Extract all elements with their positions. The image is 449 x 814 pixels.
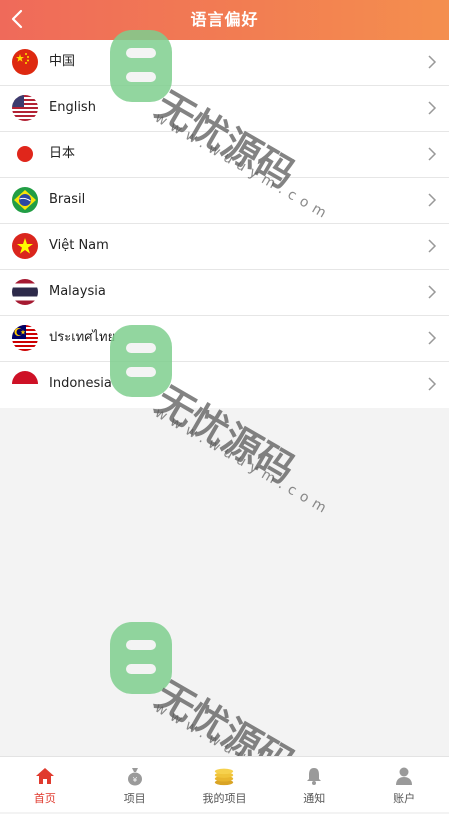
- tab-label: 首页: [33, 792, 56, 805]
- thailand-flag-icon: [12, 279, 38, 305]
- brazil-flag-icon: [12, 187, 38, 213]
- language-label: ประเทศไทย: [49, 330, 116, 345]
- chevron-right-icon: [428, 147, 437, 161]
- money-bag-icon: ¥: [124, 765, 146, 787]
- tab-label: 账户: [393, 792, 416, 805]
- coins-icon: [213, 765, 235, 787]
- svg-text:¥: ¥: [132, 776, 137, 784]
- language-label: Malaysia: [49, 284, 106, 299]
- language-label: Brasil: [49, 192, 86, 207]
- tab-home[interactable]: 首页: [0, 757, 90, 812]
- tab-label: 项目: [123, 792, 146, 805]
- home-icon: [34, 765, 56, 787]
- tab-account[interactable]: 账户: [359, 757, 449, 812]
- bottom-tab-bar: 首页 ¥ 项目 我的项目 通知 账户: [0, 756, 449, 812]
- language-label: Việt Nam: [49, 238, 109, 253]
- list-item-language-english[interactable]: English: [0, 86, 449, 132]
- language-list: 中国 English 日本 Brasil Việt Nam Malaysia ป…: [0, 40, 449, 408]
- malaysia-flag-icon: [12, 325, 38, 351]
- chevron-right-icon: [428, 239, 437, 253]
- user-icon: [393, 765, 415, 787]
- tab-my-projects[interactable]: 我的项目: [180, 757, 270, 812]
- list-item-language-thai[interactable]: ประเทศไทย: [0, 316, 449, 362]
- chevron-right-icon: [428, 331, 437, 345]
- language-label: Indonesia: [49, 376, 112, 391]
- page-title: 语言偏好: [190, 10, 259, 29]
- tab-notifications[interactable]: 通知: [269, 757, 359, 812]
- tab-label: 通知: [303, 792, 326, 805]
- list-item-language-brasil[interactable]: Brasil: [0, 178, 449, 224]
- chevron-right-icon: [428, 193, 437, 207]
- usa-flag-icon: [12, 95, 38, 121]
- language-label: English: [49, 100, 96, 115]
- header-bar: 语言偏好: [0, 0, 449, 40]
- chevron-right-icon: [428, 377, 437, 391]
- indonesia-flag-icon: [12, 371, 38, 397]
- japan-flag-icon: [12, 141, 38, 167]
- china-flag-icon: [12, 49, 38, 75]
- list-item-language-indonesia[interactable]: Indonesia: [0, 362, 449, 408]
- language-label: 中国: [49, 54, 76, 69]
- tab-label: 我的项目: [202, 792, 247, 805]
- language-label: 日本: [49, 146, 76, 161]
- list-item-language-japan[interactable]: 日本: [0, 132, 449, 178]
- watermark-logo: [110, 622, 172, 694]
- list-item-language-malaysia[interactable]: Malaysia: [0, 270, 449, 316]
- vietnam-flag-icon: [12, 233, 38, 259]
- tab-projects[interactable]: ¥ 项目: [90, 757, 180, 812]
- list-item-language-vietnam[interactable]: Việt Nam: [0, 224, 449, 270]
- list-item-language-china[interactable]: 中国: [0, 40, 449, 86]
- bell-icon: [303, 765, 325, 787]
- chevron-right-icon: [428, 285, 437, 299]
- chevron-right-icon: [428, 101, 437, 115]
- chevron-right-icon: [428, 55, 437, 69]
- watermark-url: www.wuuym.com: [152, 405, 335, 520]
